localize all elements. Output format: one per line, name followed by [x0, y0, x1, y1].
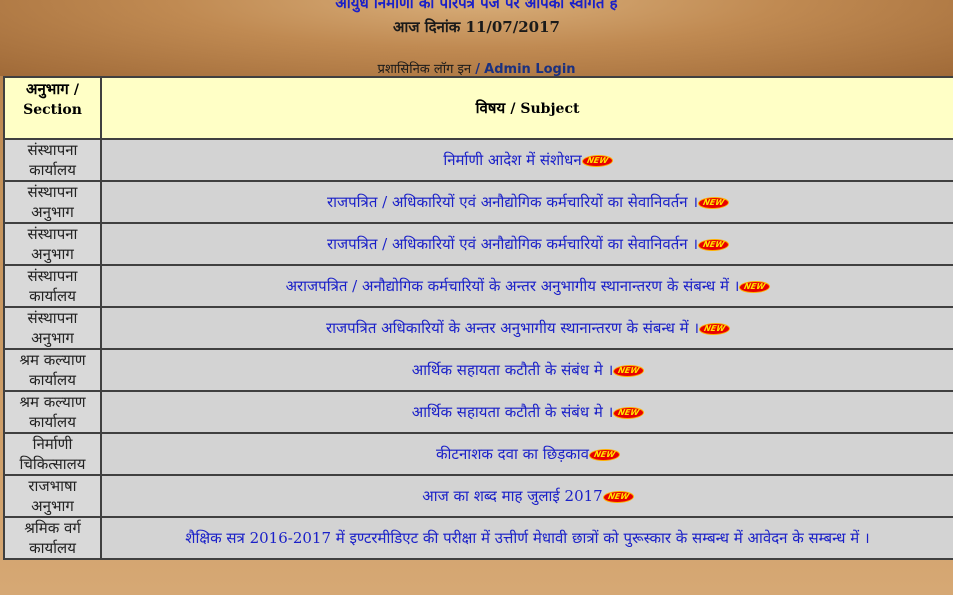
table-row: राजभाषा अनुभाग आज का शब्द माह जुलाई 2017 N… — [3, 474, 953, 518]
table-row: संस्थापना अनुभाग राजपत्रित / अधिकारियों ए… — [3, 222, 953, 266]
circular-link[interactable]: आर्थिक सहायता कटौती के संबंध मे । — [412, 403, 614, 421]
subject-cell: राजपत्रित अधिकारियों के अन्तर अनुभागीय स… — [100, 306, 953, 350]
new-badge-icon: NEW — [613, 366, 645, 376]
section-cell: संस्थापना अनुभाग — [3, 306, 102, 350]
subject-cell: अराजपत्रित / अनौद्योगिक कर्मचारियों के अ… — [100, 264, 953, 308]
circular-link[interactable]: कीटनाशक दवा का छिड़काव — [436, 445, 589, 463]
section-cell: संस्थापना अनुभाग — [3, 222, 102, 266]
circular-link[interactable]: राजपत्रित अधिकारियों के अन्तर अनुभागीय स… — [326, 319, 699, 337]
table-row: निर्माणी चिकित्सालय कीटनाशक दवा का छिड़का… — [3, 432, 953, 476]
new-badge-icon: NEW — [613, 408, 645, 418]
section-cell: संस्थापना अनुभाग — [3, 180, 102, 224]
new-badge-icon: NEW — [588, 450, 621, 460]
welcome-title: आयुध निर्माणी की परिपत्र पेज पर आपका स्व… — [335, 0, 618, 12]
table-row: श्रम कल्याण कार्यालय आर्थिक सहायता कटौती … — [3, 390, 953, 434]
subject-cell: आर्थिक सहायता कटौती के संबंध मे । NEW — [100, 390, 953, 434]
admin-login-separator: / — [475, 62, 481, 77]
column-subject-english: / Subject — [510, 101, 580, 117]
subject-cell: राजपत्रित / अधिकारियों एवं अनौद्योगिक कर… — [100, 180, 953, 224]
table-row: श्रम कल्याण कार्यालय आर्थिक सहायता कटौती … — [3, 348, 953, 392]
section-cell: श्रम कल्याण कार्यालय — [3, 348, 102, 392]
date-label: आज दिनांक — [393, 18, 461, 36]
section-cell: संस्थापना कार्यालय — [3, 138, 102, 182]
table-body: संस्थापना कार्यालय निर्माणी आदेश में संशो… — [3, 138, 953, 560]
subject-cell: राजपत्रित / अधिकारियों एवं अनौद्योगिक कर… — [100, 222, 953, 266]
circular-link[interactable]: निर्माणी आदेश में संशोधन — [443, 151, 581, 169]
admin-login-link[interactable]: Admin Login — [484, 62, 575, 77]
date-value: 11/07/2017 — [465, 18, 560, 36]
table-row: संस्थापना कार्यालय अराजपत्रित / अनौद्योगि… — [3, 264, 953, 308]
new-badge-icon: NEW — [698, 324, 731, 334]
section-cell: संस्थापना कार्यालय — [3, 264, 102, 308]
circular-link[interactable]: शैक्षिक सत्र 2016-2017 में इण्टरमीडिएट क… — [185, 529, 869, 547]
table-row: संस्थापना अनुभाग राजपत्रित / अधिकारियों ए… — [3, 180, 953, 224]
page-header: आयुध निर्माणी की परिपत्र पेज पर आपका स्व… — [0, 0, 953, 77]
section-cell: श्रमिक वर्ग कार्यालय — [3, 516, 102, 560]
table-row: संस्थापना अनुभाग राजपत्रित अधिकारियों के … — [3, 306, 953, 350]
column-section-hindi: अनुभाग — [25, 80, 69, 98]
table-row: संस्थापना कार्यालय निर्माणी आदेश में संशो… — [3, 138, 953, 182]
date-line: आज दिनांक 11/07/2017 — [0, 17, 953, 37]
section-cell: राजभाषा अनुभाग — [3, 474, 102, 518]
new-badge-icon: NEW — [581, 156, 613, 166]
subject-cell: शैक्षिक सत्र 2016-2017 में इण्टरमीडिएट क… — [100, 516, 953, 560]
table-header-row: अनुभाग / Section विषय / Subject — [3, 76, 953, 140]
admin-login-hindi: प्रशासिनिक लॉग इन — [377, 62, 472, 77]
subject-cell: निर्माणी आदेश में संशोधन NEW — [100, 138, 953, 182]
column-header-subject: विषय / Subject — [100, 76, 953, 140]
column-header-section: अनुभाग / Section — [3, 76, 102, 140]
subject-cell: आज का शब्द माह जुलाई 2017 NEW — [100, 474, 953, 518]
circular-link[interactable]: आज का शब्द माह जुलाई 2017 — [422, 487, 602, 505]
circular-link[interactable]: अराजपत्रित / अनौद्योगिक कर्मचारियों के अ… — [286, 277, 740, 295]
circular-link[interactable]: राजपत्रित / अधिकारियों एवं अनौद्योगिक कर… — [327, 193, 698, 211]
section-cell: श्रम कल्याण कार्यालय — [3, 390, 102, 434]
new-badge-icon: NEW — [739, 282, 771, 292]
table-row: श्रमिक वर्ग कार्यालय शैक्षिक सत्र 2016-20… — [3, 516, 953, 560]
circulars-table: अनुभाग / Section विषय / Subject संस्थापन… — [3, 76, 953, 560]
admin-login-area: प्रशासिनिक लॉग इन / Admin Login — [0, 59, 953, 77]
new-badge-icon: NEW — [697, 240, 730, 250]
section-cell: निर्माणी चिकित्सालय — [3, 432, 102, 476]
subject-cell: कीटनाशक दवा का छिड़काव NEW — [100, 432, 953, 476]
circular-link[interactable]: राजपत्रित / अधिकारियों एवं अनौद्योगिक कर… — [327, 235, 698, 253]
new-badge-icon: NEW — [602, 492, 634, 502]
circular-link[interactable]: आर्थिक सहायता कटौती के संबंध मे । — [412, 361, 614, 379]
new-badge-icon: NEW — [697, 198, 730, 208]
subject-cell: आर्थिक सहायता कटौती के संबंध मे । NEW — [100, 348, 953, 392]
column-subject-hindi: विषय — [475, 99, 506, 117]
